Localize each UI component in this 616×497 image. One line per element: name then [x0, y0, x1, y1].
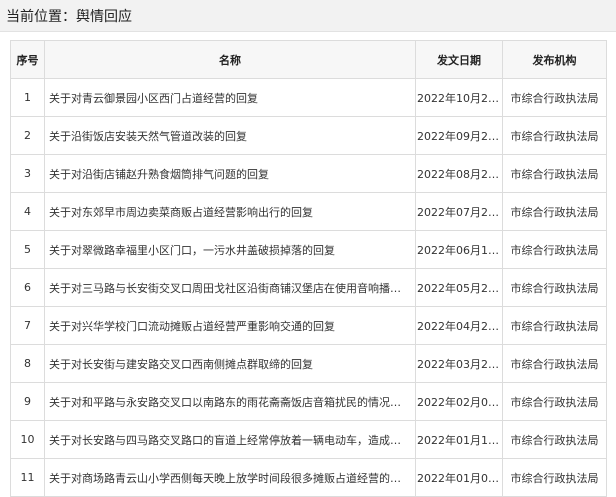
table-header-row: 序号 名称 发文日期 发布机构: [10, 40, 607, 79]
row-title-link[interactable]: 关于对商场路青云山小学西侧每天晚上放学时间段很多摊贩占道经营的情况回复: [49, 472, 415, 485]
table-row: 7 关于对兴华学校门口流动摊贩占道经营严重影响交通的回复 2022年04月29日…: [10, 306, 607, 345]
breadcrumb: 当前位置： 舆情回应: [0, 0, 616, 32]
table-row: 1 关于对青云御景园小区西门占道经营的回复 2022年10月27日 市综合行政执…: [10, 78, 607, 117]
row-org: 市综合行政执法局: [502, 78, 607, 117]
table-row: 3 关于对沿街店铺赵升熟食烟筒排气问题的回复 2022年08月22日 市综合行政…: [10, 154, 607, 193]
row-title-cell: 关于对兴华学校门口流动摊贩占道经营严重影响交通的回复: [44, 306, 416, 345]
row-date: 2022年03月22日: [415, 344, 503, 383]
row-title-link[interactable]: 关于对长安街与建安路交叉口西南侧摊点群取缔的回复: [49, 358, 313, 371]
row-org: 市综合行政执法局: [502, 192, 607, 231]
row-index: 2: [10, 116, 45, 155]
table-row: 11 关于对商场路青云山小学西侧每天晚上放学时间段很多摊贩占道经营的情况回复 2…: [10, 458, 607, 497]
row-title-link[interactable]: 关于对沿街店铺赵升熟食烟筒排气问题的回复: [49, 168, 269, 181]
table-row: 9 关于对和平路与永安路交叉口以南路东的雨花斋斋饭店音箱扰民的情况回复 2022…: [10, 382, 607, 421]
row-index: 5: [10, 230, 45, 269]
row-title-cell: 关于对商场路青云山小学西侧每天晚上放学时间段很多摊贩占道经营的情况回复: [44, 458, 416, 497]
row-date: 2022年10月27日: [415, 78, 503, 117]
breadcrumb-current[interactable]: 舆情回应: [76, 6, 132, 26]
row-index: 9: [10, 382, 45, 421]
row-org: 市综合行政执法局: [502, 116, 607, 155]
row-title-link[interactable]: 关于对兴华学校门口流动摊贩占道经营严重影响交通的回复: [49, 320, 335, 333]
row-title-cell: 关于对青云御景园小区西门占道经营的回复: [44, 78, 416, 117]
row-date: 2022年01月04日: [415, 458, 503, 497]
table-row: 4 关于对东郊早市周边卖菜商贩占道经营影响出行的回复 2022年07月20日 市…: [10, 192, 607, 231]
row-title-cell: 关于对翠微路幸福里小区门口，一污水井盖破损掉落的回复: [44, 230, 416, 269]
row-title-cell: 关于沿街饭店安装天然气管道改装的回复: [44, 116, 416, 155]
row-date: 2022年01月12日: [415, 420, 503, 459]
row-index: 4: [10, 192, 45, 231]
row-org: 市综合行政执法局: [502, 458, 607, 497]
row-title-link[interactable]: 关于对青云御景园小区西门占道经营的回复: [49, 92, 258, 105]
row-org: 市综合行政执法局: [502, 382, 607, 421]
row-title-link[interactable]: 关于对长安路与四马路交叉路口的盲道上经常停放着一辆电动车，造成不便的情况回复: [49, 434, 415, 447]
row-date: 2022年08月22日: [415, 154, 503, 193]
row-index: 3: [10, 154, 45, 193]
row-org: 市综合行政执法局: [502, 268, 607, 307]
row-org: 市综合行政执法局: [502, 344, 607, 383]
row-index: 7: [10, 306, 45, 345]
row-index: 10: [10, 420, 45, 459]
table-row: 10 关于对长安路与四马路交叉路口的盲道上经常停放着一辆电动车，造成不便的情况回…: [10, 420, 607, 459]
row-title-link[interactable]: 关于对和平路与永安路交叉口以南路东的雨花斋斋饭店音箱扰民的情况回复: [49, 396, 412, 409]
row-date: 2022年09月22日: [415, 116, 503, 155]
header-index: 序号: [10, 40, 45, 79]
row-title-cell: 关于对长安街与建安路交叉口西南侧摊点群取缔的回复: [44, 344, 416, 383]
row-date: 2022年02月05日: [415, 382, 503, 421]
table-row: 6 关于对三马路与长安街交叉口周田戈社区沿街商铺汉堡店在使用音响播放音乐噪声扰民…: [10, 268, 607, 307]
table-row: 5 关于对翠微路幸福里小区门口，一污水井盖破损掉落的回复 2022年06月14日…: [10, 230, 607, 269]
row-title-link[interactable]: 关于对翠微路幸福里小区门口，一污水井盖破损掉落的回复: [49, 244, 335, 257]
row-org: 市综合行政执法局: [502, 154, 607, 193]
row-date: 2022年06月14日: [415, 230, 503, 269]
table-row: 8 关于对长安街与建安路交叉口西南侧摊点群取缔的回复 2022年03月22日 市…: [10, 344, 607, 383]
row-index: 1: [10, 78, 45, 117]
row-index: 8: [10, 344, 45, 383]
row-title-cell: 关于对长安路与四马路交叉路口的盲道上经常停放着一辆电动车，造成不便的情况回复: [44, 420, 416, 459]
header-date: 发文日期: [415, 40, 503, 79]
row-title-cell: 关于对东郊早市周边卖菜商贩占道经营影响出行的回复: [44, 192, 416, 231]
row-org: 市综合行政执法局: [502, 306, 607, 345]
row-title-cell: 关于对三马路与长安街交叉口周田戈社区沿街商铺汉堡店在使用音响播放音乐噪声扰民的回…: [44, 268, 416, 307]
row-date: 2022年04月29日: [415, 306, 503, 345]
breadcrumb-label: 当前位置：: [6, 8, 76, 25]
header-title: 名称: [44, 40, 416, 79]
news-table-container: 序号 名称 发文日期 发布机构 1 关于对青云御景园小区西门占道经营的回复 20…: [10, 40, 607, 497]
row-org: 市综合行政执法局: [502, 230, 607, 269]
news-table: 序号 名称 发文日期 发布机构 1 关于对青云御景园小区西门占道经营的回复 20…: [10, 40, 607, 497]
row-title-link[interactable]: 关于对东郊早市周边卖菜商贩占道经营影响出行的回复: [49, 206, 313, 219]
row-title-cell: 关于对和平路与永安路交叉口以南路东的雨花斋斋饭店音箱扰民的情况回复: [44, 382, 416, 421]
row-org: 市综合行政执法局: [502, 420, 607, 459]
header-org: 发布机构: [502, 40, 607, 79]
table-row: 2 关于沿街饭店安装天然气管道改装的回复 2022年09月22日 市综合行政执法…: [10, 116, 607, 155]
row-index: 11: [10, 458, 45, 497]
row-date: 2022年05月27日: [415, 268, 503, 307]
row-title-cell: 关于对沿街店铺赵升熟食烟筒排气问题的回复: [44, 154, 416, 193]
row-title-link[interactable]: 关于沿街饭店安装天然气管道改装的回复: [49, 130, 247, 143]
row-index: 6: [10, 268, 45, 307]
row-date: 2022年07月20日: [415, 192, 503, 231]
row-title-link[interactable]: 关于对三马路与长安街交叉口周田戈社区沿街商铺汉堡店在使用音响播放音乐噪声扰民的回…: [49, 282, 415, 295]
